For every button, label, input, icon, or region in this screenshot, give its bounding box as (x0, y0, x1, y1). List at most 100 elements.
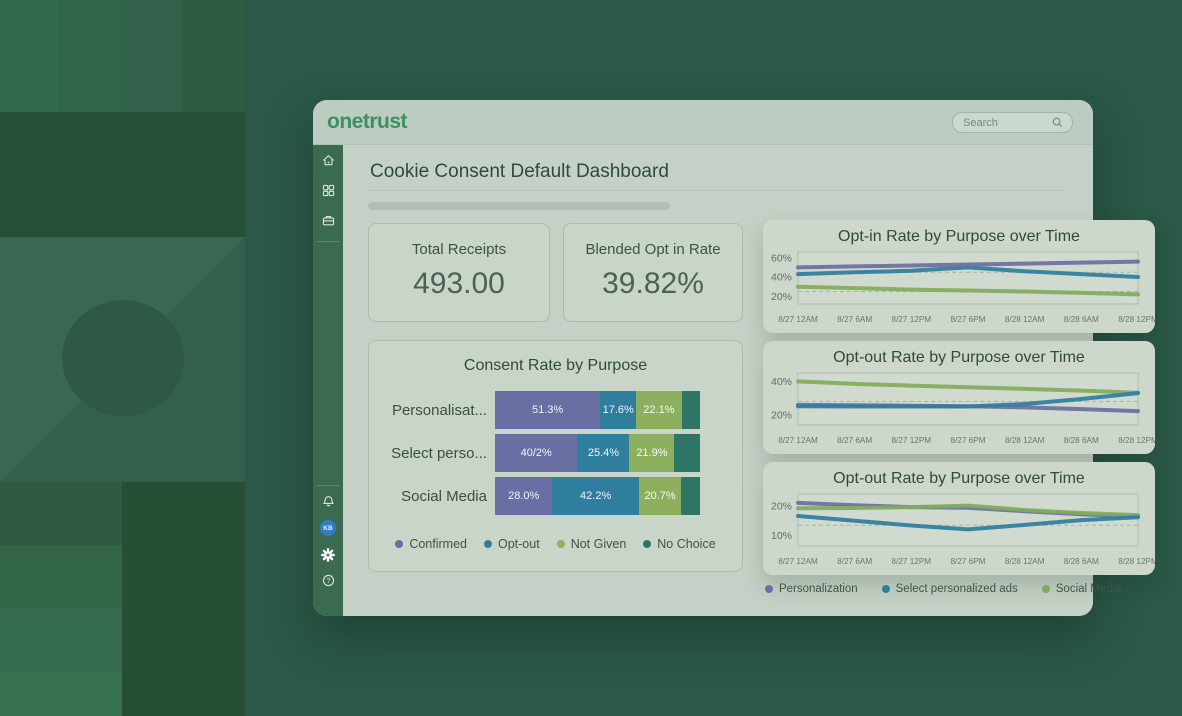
bg-rect (0, 112, 245, 237)
svg-text:8/28 12PM: 8/28 12PM (1118, 315, 1155, 324)
bg-rect (0, 608, 122, 672)
bar-segment-not-given: 22.1% (636, 391, 681, 429)
legend-item: Confirmed (395, 537, 467, 551)
svg-text:8/28 12AM: 8/28 12AM (1005, 436, 1045, 445)
svg-text:40%: 40% (771, 272, 792, 284)
legend-label: Opt-out (498, 537, 540, 551)
bg-rect (0, 545, 122, 608)
legend-dot-icon (557, 540, 565, 548)
svg-text:20%: 20% (771, 291, 792, 303)
bar-track: 28.0%42.2%20.7% (495, 477, 700, 515)
legend-label: Not Given (571, 537, 627, 551)
bg-rect (120, 0, 182, 112)
sidebar-item-inbox[interactable] (313, 209, 343, 231)
bar-segment-no-choice (682, 391, 700, 429)
svg-text:20%: 20% (771, 409, 792, 421)
bar-segment-opt-out: 25.4% (577, 434, 629, 472)
opt-out-rate-chart-card-2: Opt-out Rate by Purpose over Time 20%10%… (763, 462, 1155, 575)
svg-text:8/27 6AM: 8/27 6AM (837, 557, 872, 566)
bar-segment-confirmed: 51.3% (495, 391, 600, 429)
bg-rect (0, 482, 122, 545)
svg-text:?: ? (326, 576, 330, 585)
page-title: Cookie Consent Default Dashboard (370, 161, 669, 183)
kpi-value: 493.00 (369, 267, 549, 301)
svg-text:10%: 10% (771, 530, 792, 542)
bar-segment-opt-out: 42.2% (552, 477, 639, 515)
opt-out-rate-chart-card-1: Opt-out Rate by Purpose over Time 40% 20%… (763, 341, 1155, 454)
legend-dot-icon (1042, 585, 1050, 593)
bg-rect (58, 0, 120, 112)
breadcrumb-placeholder (368, 202, 670, 210)
kpi-value: 39.82% (564, 267, 742, 301)
line-chart: 40%20%8/27 12AM8/27 6AM8/27 12PM8/27 6PM… (763, 371, 1155, 454)
search-icon (1051, 116, 1064, 129)
legend-dot-icon (484, 540, 492, 548)
help-icon: ? (321, 573, 336, 588)
legend-item: Social Media (1042, 583, 1122, 595)
onetrust-logo: onetrust (327, 110, 407, 134)
bell-icon (321, 494, 336, 509)
svg-text:8/28 6AM: 8/28 6AM (1064, 315, 1099, 324)
chart-title: Opt-out Rate by Purpose over Time (763, 470, 1155, 488)
svg-text:8/27 12AM: 8/27 12AM (778, 557, 818, 566)
chart-title: Opt-in Rate by Purpose over Time (763, 228, 1155, 246)
legend-dot-icon (882, 585, 890, 593)
svg-text:8/28 12PM: 8/28 12PM (1118, 436, 1155, 445)
legend-label: Social Media (1056, 583, 1122, 595)
home-icon (321, 153, 336, 168)
search-box[interactable] (952, 112, 1073, 133)
bar-category-label: Select perso... (369, 434, 487, 472)
legend-item: No Choice (643, 537, 715, 551)
avatar[interactable]: KB (320, 520, 336, 536)
bar-segment-no-choice (681, 477, 700, 515)
legend-dot-icon (643, 540, 651, 548)
time-series-legend: Personalization Select personalized ads So… (765, 583, 1122, 595)
stacked-bar-chart: Personalisat...51.3%17.6%22.1% Select per… (369, 391, 742, 520)
bg-rect (0, 237, 245, 482)
svg-text:8/27 12AM: 8/27 12AM (778, 315, 818, 324)
legend-item: Personalization (765, 583, 858, 595)
sidebar: KB ? (313, 145, 343, 616)
legend-item: Opt-out (484, 537, 540, 551)
opt-in-rate-chart-card: Opt-in Rate by Purpose over Time 60% 40% 2… (763, 220, 1155, 333)
bar-track: 40/2%25.4%21.9% (495, 434, 700, 472)
legend-item: Select personalized ads (882, 583, 1018, 595)
svg-text:8/27 6PM: 8/27 6PM (950, 557, 985, 566)
bg-rect (182, 0, 245, 112)
legend-label: Confirmed (409, 537, 467, 551)
bar-segment-confirmed: 40/2% (495, 434, 577, 472)
svg-text:40%: 40% (771, 376, 792, 388)
svg-text:8/27 6PM: 8/27 6PM (950, 436, 985, 445)
legend-dot-icon (765, 585, 773, 593)
sidebar-item-apps[interactable] (313, 179, 343, 201)
bar-segment-opt-out: 17.6% (600, 391, 636, 429)
bar-segment-confirmed: 28.0% (495, 477, 552, 515)
bar-row: Personalisat...51.3%17.6%22.1% (369, 391, 742, 429)
svg-text:8/27 12PM: 8/27 12PM (892, 315, 932, 324)
legend-label: Personalization (779, 583, 858, 595)
svg-text:8/27 12PM: 8/27 12PM (892, 557, 932, 566)
legend-dot-icon (395, 540, 403, 548)
kpi-card-total-receipts: Total Receipts 493.00 (368, 223, 550, 322)
svg-text:8/28 12PM: 8/28 12PM (1118, 557, 1155, 566)
legend-label: Select personalized ads (896, 583, 1018, 595)
title-divider (368, 190, 1063, 191)
bar-category-label: Social Media (369, 477, 487, 515)
bg-rect (0, 0, 58, 112)
line-chart: 60%40%20%8/27 12AM8/27 6AM8/27 12PM8/27 … (763, 250, 1155, 333)
legend-item: Not Given (557, 537, 627, 551)
chart-title: Opt-out Rate by Purpose over Time (763, 349, 1155, 367)
sidebar-item-profile[interactable]: KB (313, 517, 343, 539)
bar-row: Social Media28.0%42.2%20.7% (369, 477, 742, 515)
sidebar-item-home[interactable] (313, 149, 343, 171)
sidebar-item-settings[interactable] (313, 544, 343, 566)
svg-text:8/28 12AM: 8/28 12AM (1005, 557, 1045, 566)
sidebar-item-help[interactable]: ? (313, 569, 343, 591)
bar-row: Select perso...40/2%25.4%21.9% (369, 434, 742, 472)
svg-text:60%: 60% (771, 252, 792, 264)
search-input[interactable] (963, 117, 1051, 129)
bg-rect (122, 482, 245, 716)
sidebar-item-notifications[interactable] (313, 490, 343, 512)
kpi-label: Blended Opt in Rate (564, 241, 742, 258)
bar-category-label: Personalisat... (369, 391, 487, 429)
